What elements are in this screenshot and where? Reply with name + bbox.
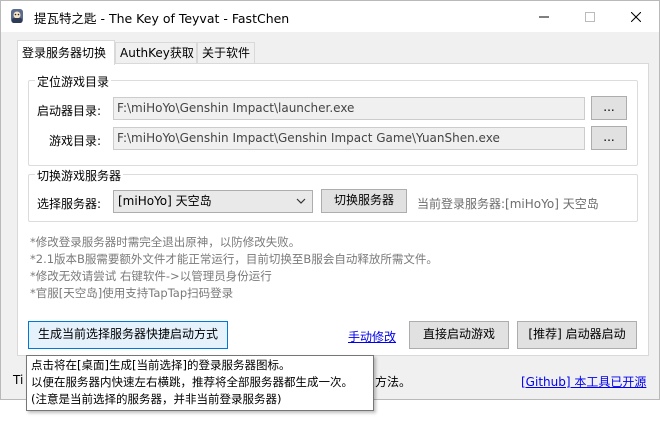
group-title: 定位游戏目录	[35, 73, 112, 90]
launcher-start-button[interactable]: [推荐] 启动器启动	[517, 321, 637, 349]
browse-launcher-button[interactable]: ...	[591, 96, 627, 120]
maximize-icon	[585, 11, 595, 22]
note-line: *修改登录服务器时需完全退出原神，以防修改失败。	[30, 235, 301, 249]
tab-authkey[interactable]: AuthKey获取	[115, 42, 197, 64]
group-title: 切换游戏服务器	[35, 167, 124, 184]
switch-server-button[interactable]: 切换服务器	[321, 189, 407, 213]
minimize-button[interactable]	[521, 1, 567, 32]
current-login-server: 当前登录服务器:[miHoYo] 天空岛	[417, 197, 599, 211]
server-select[interactable]: [miHoYo] 天空岛	[113, 190, 313, 213]
title-bar: 提瓦特之匙 - The Key of Teyvat - FastChen	[1, 1, 659, 32]
browse-game-button[interactable]: ...	[591, 126, 627, 150]
switch-server-group: 切换游戏服务器 选择服务器: [miHoYo] 天空岛 切换服务器 当前登录服务…	[28, 167, 638, 222]
minimize-icon	[539, 16, 549, 17]
launcher-path-field[interactable]: F:\miHoYo\Genshin Impact\launcher.exe	[113, 97, 585, 120]
tooltip-line: 点击将在[桌面]生成[当前选择]的登录服务器图标。	[31, 358, 291, 372]
main-window: 提瓦特之匙 - The Key of Teyvat - FastChen 登录服…	[0, 0, 660, 400]
github-link[interactable]: [Github] 本工具已开源	[521, 373, 646, 390]
shortcut-tooltip: 点击将在[桌面]生成[当前选择]的登录服务器图标。 以便在服务器内快速左右横跳，…	[26, 355, 374, 411]
close-button[interactable]	[613, 1, 659, 32]
chevron-down-icon	[296, 198, 306, 204]
tab-server-switch[interactable]: 登录服务器切换	[17, 40, 115, 65]
note-line: *官服[天空岛]使用支持TapTap扫码登录	[30, 286, 234, 300]
note-line: *2.1版本B服需要额外文件才能正常运行，目前切换至B服会自动释放所需文件。	[30, 252, 438, 266]
select-server-label: 选择服务器:	[37, 197, 102, 211]
note-line: *修改无效请尝试 右键软件->以管理员身份运行	[30, 269, 272, 283]
app-icon	[9, 8, 25, 24]
maximize-button[interactable]	[567, 1, 613, 32]
tooltip-line: 以便在服务器内快速左右横跳，推荐将全部服务器都生成一次。	[31, 375, 353, 389]
game-path-field[interactable]: F:\miHoYo\Genshin Impact\Genshin Impact …	[113, 127, 585, 150]
game-dir-label: 游戏目录:	[49, 134, 102, 148]
status-tip-start: Ti	[13, 373, 24, 387]
direct-launch-button[interactable]: 直接启动游戏	[409, 321, 509, 349]
status-tip-end: 方法。	[375, 375, 412, 389]
launcher-dir-label: 启动器目录:	[37, 104, 102, 118]
tooltip-line: (注意是当前选择的服务器，并非当前登录服务器)	[31, 392, 282, 406]
close-icon	[631, 11, 641, 22]
selected-server-value: [miHoYo] 天空岛	[118, 194, 212, 208]
tab-panel: 定位游戏目录 启动器目录: F:\miHoYo\Genshin Impact\l…	[17, 63, 649, 356]
window-title: 提瓦特之匙 - The Key of Teyvat - FastChen	[34, 11, 290, 26]
locate-game-dir-group: 定位游戏目录 启动器目录: F:\miHoYo\Genshin Impact\l…	[28, 73, 638, 166]
create-shortcut-button[interactable]: 生成当前选择服务器快捷启动方式	[28, 321, 228, 349]
manual-edit-link[interactable]: 手动修改	[348, 328, 396, 345]
tab-about[interactable]: 关于软件	[197, 42, 255, 64]
